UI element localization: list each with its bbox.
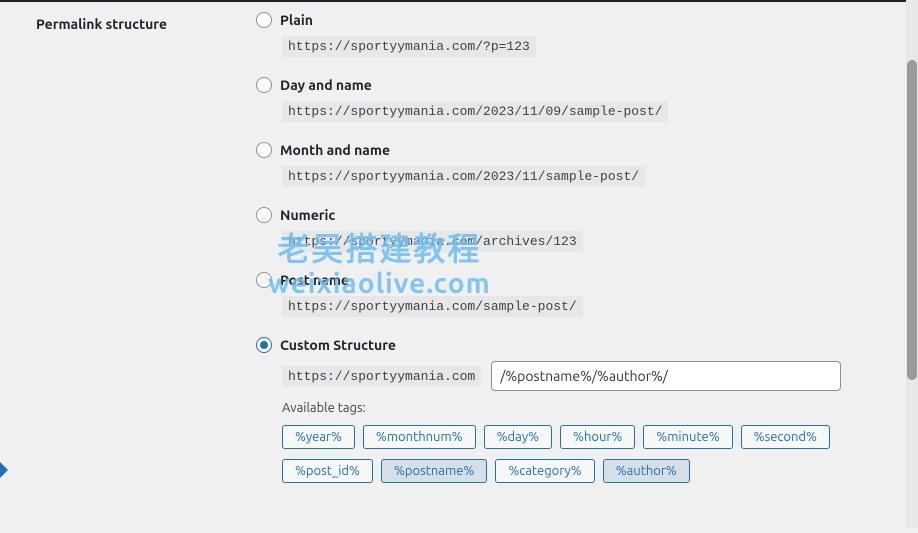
label-post-name[interactable]: Post name: [280, 272, 349, 288]
tags-row-2: %post_id% %postname% %category% %author%: [282, 459, 842, 483]
radio-numeric[interactable]: [256, 207, 272, 223]
tag-button-postname[interactable]: %postname%: [381, 459, 487, 483]
example-plain: https://sportyymania.com/?p=123: [282, 36, 536, 57]
radio-post-name[interactable]: [256, 272, 272, 288]
label-day-name[interactable]: Day and name: [280, 77, 372, 93]
section-title: Permalink structure: [36, 16, 167, 32]
label-plain[interactable]: Plain: [280, 12, 313, 28]
tag-button-minute[interactable]: %minute%: [643, 425, 732, 449]
available-tags-label: Available tags:: [282, 401, 892, 415]
permalink-settings-panel: Permalink structure Plain https://sporty…: [18, 2, 910, 533]
sidebar-collapse-flap[interactable]: [0, 462, 8, 478]
example-post-name: https://sportyymania.com/sample-post/: [282, 296, 583, 317]
scrollbar-track[interactable]: [906, 0, 918, 528]
label-numeric[interactable]: Numeric: [280, 207, 335, 223]
custom-base-url: https://sportyymania.com: [282, 366, 481, 387]
radio-plain[interactable]: [256, 12, 272, 28]
permalink-options: Plain https://sportyymania.com/?p=123 Da…: [256, 12, 892, 493]
tag-button-second[interactable]: %second%: [741, 425, 830, 449]
tag-button-year[interactable]: %year%: [282, 425, 355, 449]
example-numeric: https://sportyymania.com/archives/123: [282, 231, 583, 252]
example-month-name: https://sportyymania.com/2023/11/sample-…: [282, 166, 645, 187]
scrollbar-thumb[interactable]: [907, 60, 917, 380]
tags-row-1: %year% %monthnum% %day% %hour% %minute% %seco…: [282, 425, 842, 449]
tag-button-category[interactable]: %category%: [495, 459, 594, 483]
tag-button-author[interactable]: %author%: [603, 459, 690, 483]
example-day-name: https://sportyymania.com/2023/11/09/samp…: [282, 101, 668, 122]
tag-button-post_id[interactable]: %post_id%: [282, 459, 373, 483]
tag-button-monthnum[interactable]: %monthnum%: [363, 425, 476, 449]
radio-custom-structure[interactable]: [256, 337, 272, 353]
custom-structure-input[interactable]: [491, 361, 841, 391]
label-month-name[interactable]: Month and name: [280, 142, 390, 158]
tag-button-hour[interactable]: %hour%: [560, 425, 635, 449]
tag-button-day[interactable]: %day%: [484, 425, 552, 449]
radio-month-name[interactable]: [256, 142, 272, 158]
radio-day-name[interactable]: [256, 77, 272, 93]
label-custom-structure[interactable]: Custom Structure: [280, 337, 396, 353]
